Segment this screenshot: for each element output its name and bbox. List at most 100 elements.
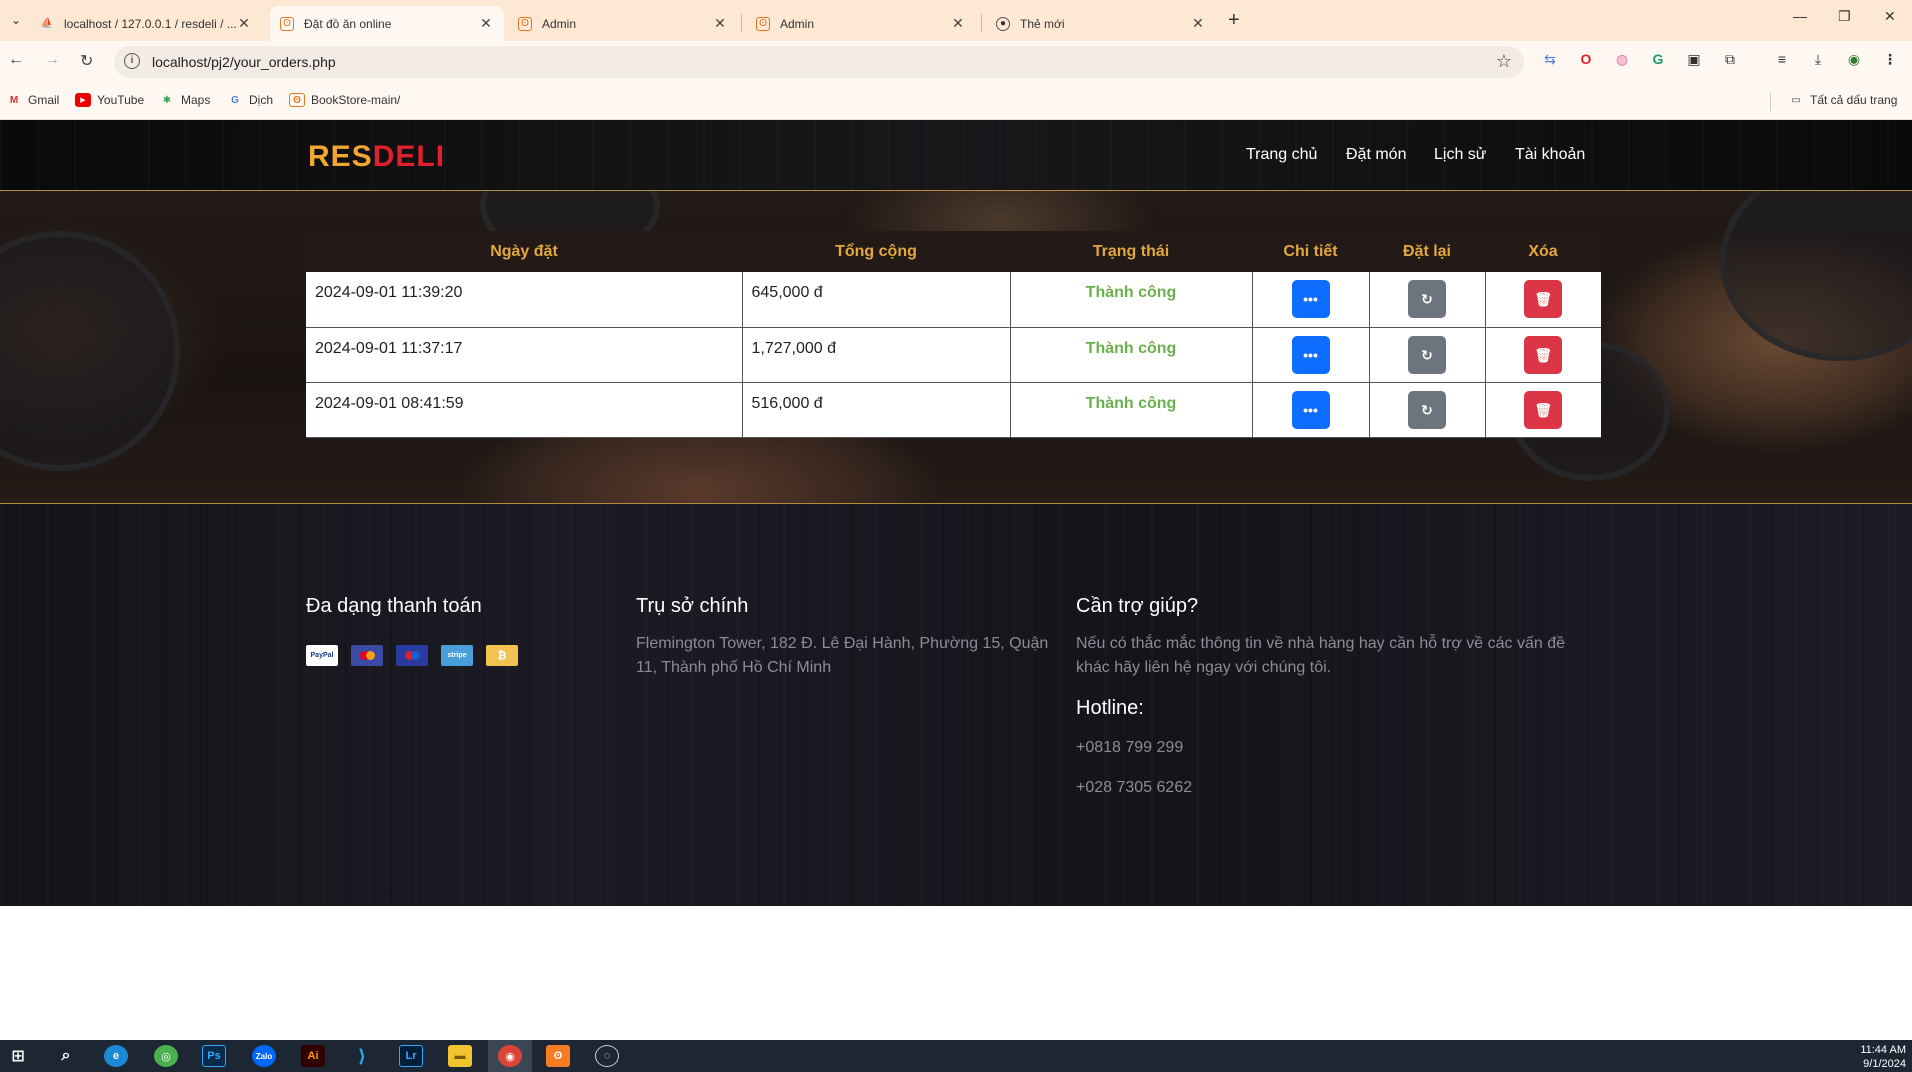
nav-lich-su[interactable]: Lịch sử: [1434, 146, 1487, 164]
hotline-2[interactable]: +028 7305 6262: [1076, 776, 1192, 800]
folder-icon: ▭: [1791, 94, 1801, 106]
site-logo[interactable]: RESDELI: [308, 140, 445, 174]
decor-plate: [0, 231, 180, 471]
forward-arrow-icon[interactable]: →: [44, 51, 60, 69]
site-footer: Đa dạng thanh toán PayPal stripe ₿ Trụ s…: [0, 504, 1912, 906]
xampp-icon[interactable]: ʘ: [546, 1045, 570, 1067]
delete-button[interactable]: 🗑: [1524, 335, 1563, 374]
address-url[interactable]: localhost/pj2/your_orders.php: [152, 54, 336, 70]
chrome-icon[interactable]: ◉: [498, 1045, 522, 1067]
edge-icon[interactable]: e: [104, 1045, 128, 1067]
ellipsis-icon: •••: [1303, 401, 1318, 418]
phpmyadmin-icon: ⛵: [40, 18, 54, 29]
redo-icon: ↻: [1421, 346, 1433, 363]
restore-icon[interactable]: ❐: [1838, 8, 1851, 25]
reorder-cell: ↻: [1369, 327, 1486, 383]
logo-part-deli: DELI: [372, 140, 446, 173]
illustrator-icon[interactable]: Ai: [301, 1045, 325, 1067]
obs-icon[interactable]: ◌: [595, 1045, 619, 1067]
new-tab-plus-icon[interactable]: +: [1228, 9, 1240, 32]
file-explorer-icon[interactable]: ▬: [448, 1045, 472, 1067]
bookmark-star-icon[interactable]: ☆: [1496, 51, 1512, 72]
order-status: Thành công: [1010, 272, 1253, 328]
lightroom-icon[interactable]: Lr: [399, 1045, 423, 1067]
redo-icon: ↻: [1421, 291, 1433, 307]
download-icon[interactable]: ⤓: [1809, 50, 1827, 68]
reorder-cell: ↻: [1369, 382, 1486, 438]
zalo-icon[interactable]: Zalo: [252, 1045, 276, 1067]
hotline-1[interactable]: +0818 799 299: [1076, 736, 1183, 760]
reorder-cell: ↻: [1369, 272, 1486, 328]
close-tab-icon[interactable]: ✕: [1190, 15, 1206, 32]
tab-new[interactable]: ● Thẻ mới ✕: [986, 6, 1216, 41]
clock-time: 11:44 AM: [1860, 1044, 1906, 1056]
order-row: 2024-09-01 11:37:17 1,727,000 đ Thành cô…: [306, 327, 1601, 383]
order-total: 516,000 đ: [742, 382, 1011, 438]
close-tab-icon[interactable]: ✕: [712, 15, 728, 32]
profile-avatar-icon[interactable]: ◉: [1845, 50, 1863, 68]
windows-start-icon[interactable]: ⊞: [6, 1045, 30, 1067]
extensions-icon[interactable]: ⧉: [1721, 50, 1739, 68]
back-arrow-icon[interactable]: ←: [8, 51, 24, 69]
close-tab-icon[interactable]: ✕: [950, 15, 966, 32]
xampp-icon: ʘ: [280, 16, 294, 31]
bookmark-gmail[interactable]: M Gmail: [6, 93, 60, 107]
bookmark-bookstore[interactable]: ʘ BookStore-main/: [289, 93, 400, 107]
close-tab-icon[interactable]: ✕: [478, 15, 494, 32]
details-button[interactable]: •••: [1291, 335, 1330, 374]
minimize-icon[interactable]: —: [1793, 8, 1807, 24]
tab-title: Admin: [780, 16, 815, 31]
bookmark-maps[interactable]: ✱ Maps: [159, 93, 211, 107]
tab-title: Đặt đồ ăn online: [304, 16, 392, 31]
reorder-button[interactable]: ↻: [1408, 335, 1446, 374]
order-date: 2024-09-01 11:39:20: [306, 272, 743, 328]
tab-dat-do-an[interactable]: ʘ Đặt đồ ăn online ✕: [270, 6, 504, 41]
delete-button[interactable]: 🗑: [1524, 390, 1563, 429]
media-icon[interactable]: ≡: [1773, 50, 1791, 68]
address-bar[interactable]: i localhost/pj2/your_orders.php ☆: [114, 46, 1524, 78]
close-window-icon[interactable]: ✕: [1884, 8, 1896, 25]
tab-search-icon[interactable]: ⌄: [4, 9, 28, 31]
bookmark-label: Maps: [181, 93, 211, 107]
all-bookmarks[interactable]: ▭ Tất cả dấu trang: [1788, 93, 1897, 107]
tab-phpmyadmin[interactable]: ⛵ localhost / 127.0.0.1 / resdeli / ... …: [30, 6, 262, 41]
tab-admin-1[interactable]: ʘ Admin ✕: [508, 6, 738, 41]
bookmark-label: Dịch: [249, 93, 274, 107]
bookmark-youtube[interactable]: ▶ YouTube: [75, 93, 144, 107]
nav-dat-mon[interactable]: Đặt món: [1346, 146, 1406, 164]
vscode-icon[interactable]: ⟩: [350, 1045, 374, 1067]
tab-admin-2[interactable]: ʘ Admin ✕: [746, 6, 976, 41]
app-green-icon[interactable]: ◎: [154, 1045, 178, 1067]
redo-icon: ↻: [1421, 401, 1433, 418]
hq-address: Flemington Tower, 182 Đ. Lê Đại Hành, Ph…: [636, 635, 1049, 676]
reorder-button[interactable]: ↻: [1408, 390, 1446, 429]
windows-taskbar: ⊞ ⌕ e ◎ Ps Zalo Ai ⟩ Lr ▬ ◉ ʘ ◌ 11:44 AM…: [0, 1040, 1912, 1072]
site-info-icon[interactable]: i: [124, 53, 140, 69]
maps-icon: ✱: [162, 94, 172, 106]
image-icon[interactable]: ▣: [1685, 50, 1703, 68]
reload-icon[interactable]: ↻: [80, 51, 93, 71]
bookmark-label: Gmail: [28, 93, 60, 107]
system-clock[interactable]: 11:44 AM 9/1/2024: [1860, 1043, 1906, 1071]
reorder-button[interactable]: ↻: [1408, 280, 1446, 318]
orders-table: Ngày đặt Tổng cộng Trạng thái Chi tiết Đ…: [306, 231, 1601, 438]
nav-trang-chu[interactable]: Trang chủ: [1246, 146, 1317, 164]
details-button[interactable]: •••: [1291, 390, 1330, 429]
translate-icon[interactable]: ⇆: [1541, 50, 1559, 68]
trash-icon: 🗑: [1534, 291, 1553, 307]
delete-button[interactable]: 🗑: [1524, 280, 1563, 318]
more-menu-icon[interactable]: ⋮: [1881, 50, 1899, 68]
stripe-icon: stripe: [441, 645, 473, 666]
order-status: Thành công: [1010, 327, 1253, 383]
order-date: 2024-09-01 08:41:59: [306, 382, 743, 438]
grammarly-icon[interactable]: G: [1649, 50, 1667, 68]
color-picker-icon[interactable]: ◍: [1613, 50, 1631, 68]
details-button[interactable]: •••: [1291, 280, 1330, 318]
opera-icon[interactable]: O: [1577, 50, 1595, 68]
bookmark-dich[interactable]: G Dịch: [227, 93, 273, 107]
close-tab-icon[interactable]: ✕: [236, 15, 252, 32]
search-icon[interactable]: ⌕: [54, 1045, 78, 1067]
nav-tai-khoan[interactable]: Tài khoản: [1515, 146, 1585, 164]
bookmarks-bar: M Gmail ▶ YouTube ✱ Maps G Dịch ʘ BookSt…: [0, 83, 1912, 120]
photoshop-icon[interactable]: Ps: [202, 1045, 226, 1067]
